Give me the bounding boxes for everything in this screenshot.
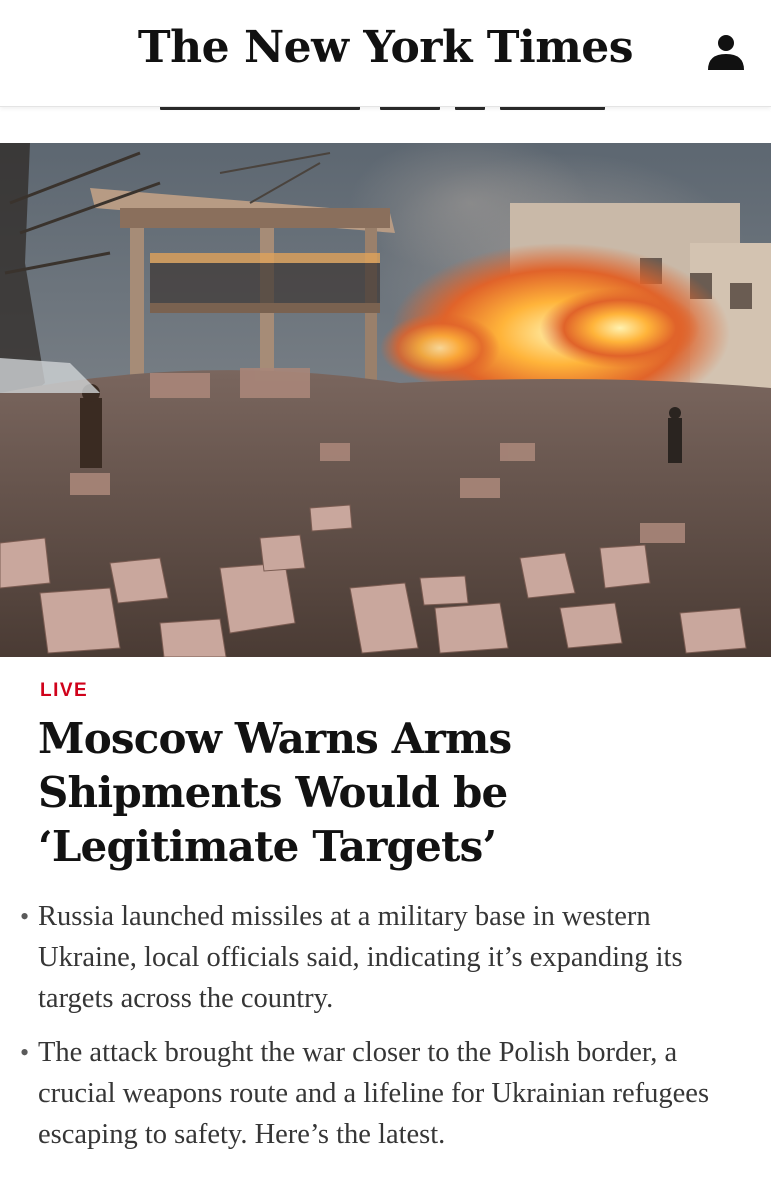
top-bar: The New York Times bbox=[0, 0, 771, 107]
hero-photo[interactable] bbox=[0, 143, 771, 657]
summary-text: Russia launched missiles at a military b… bbox=[38, 901, 683, 1014]
summary-item: • Russia launched missiles at a military… bbox=[20, 896, 740, 1019]
bullet-icon: • bbox=[20, 1038, 30, 1067]
live-label: LIVE bbox=[40, 680, 89, 701]
summary-list: • Russia launched missiles at a military… bbox=[20, 896, 740, 1168]
account-icon[interactable] bbox=[704, 30, 748, 74]
bullet-icon: • bbox=[20, 902, 30, 931]
masthead-logo[interactable]: The New York Times bbox=[0, 22, 771, 73]
summary-item: • The attack brought the war closer to t… bbox=[20, 1032, 740, 1155]
article-headline[interactable]: Moscow Warns Arms Shipments Would be ‘Le… bbox=[38, 712, 738, 874]
summary-text: The attack brought the war closer to the… bbox=[38, 1037, 710, 1150]
